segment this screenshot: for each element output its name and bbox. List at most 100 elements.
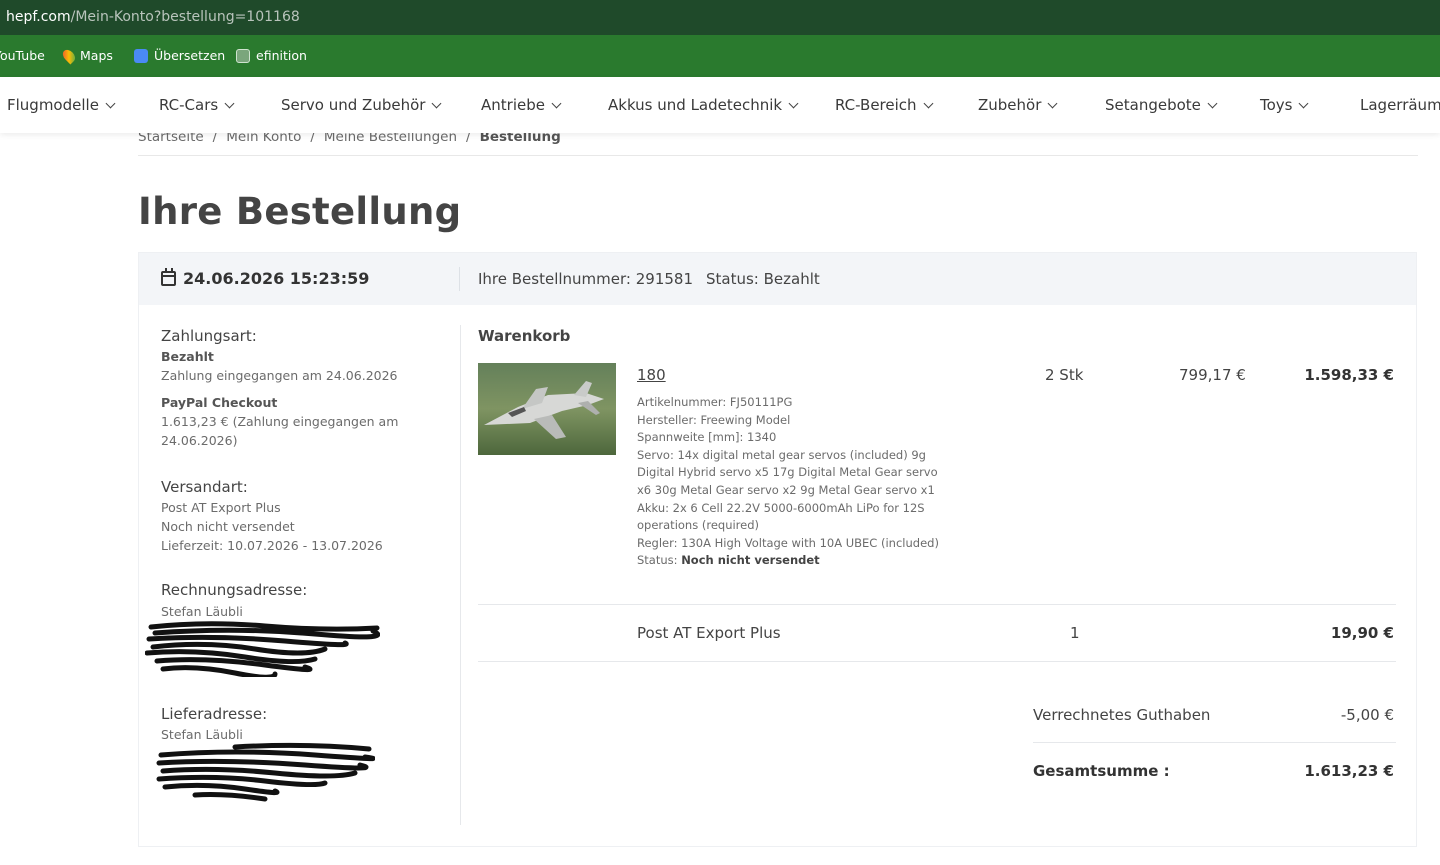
payment-amount-line1: 1.613,23 € (Zahlung eingegangen am — [161, 414, 399, 429]
nav-label: Lagerräumu — [1360, 96, 1440, 114]
bookmark-label: YouTube — [0, 48, 45, 63]
item-status-line: Status: Noch nicht versendet — [637, 552, 937, 570]
item-status-label: Status: — [637, 553, 678, 568]
detail-line: operations (required) — [637, 518, 760, 533]
browser-url-bar[interactable]: hepf.com/Mein-Konto?bestellung=101168 — [0, 0, 1440, 35]
detail-line: x6 30g Metal Gear servo x2 9g Metal Gear… — [637, 482, 935, 497]
nav-antriebe[interactable]: Antriebe — [481, 96, 562, 114]
main-navigation: Flugmodelle RC-Cars Servo und Zubehör An… — [0, 77, 1440, 133]
nav-label: Setangebote — [1105, 96, 1201, 114]
divider — [138, 155, 1418, 156]
product-total: 1.598,33 € — [1304, 366, 1394, 384]
bookmark-youtube[interactable]: YouTube — [0, 48, 45, 63]
bookmark-definition[interactable]: efinition — [236, 48, 307, 63]
chevron-down-icon — [788, 98, 799, 108]
nav-toys[interactable]: Toys — [1260, 96, 1309, 114]
translate-icon — [134, 48, 148, 63]
product-unit-price: 799,17 € — [1179, 366, 1246, 384]
payment-method: PayPal Checkout — [161, 395, 278, 410]
product-quantity: 2 Stk — [1045, 366, 1084, 384]
nav-rc-cars[interactable]: RC-Cars — [159, 96, 235, 114]
chevron-down-icon — [105, 98, 116, 108]
detail-line: Spannweite [mm]: 1340 — [637, 430, 777, 445]
detail-line: Hersteller: Freewing Model — [637, 412, 791, 427]
nav-flugmodelle[interactable]: Flugmodelle — [7, 96, 116, 114]
url-text[interactable]: hepf.com/Mein-Konto?bestellung=101168 — [6, 9, 300, 25]
nav-label: Flugmodelle — [7, 96, 99, 114]
chevron-down-icon — [224, 98, 235, 108]
order-header: 24.06.2026 15:23:59 Ihre Bestellnummer: … — [139, 253, 1416, 305]
nav-servo[interactable]: Servo und Zubehör — [281, 96, 442, 114]
chevron-down-icon — [1299, 98, 1309, 108]
payment-status: Bezahlt — [161, 349, 214, 364]
jet-icon — [478, 363, 616, 455]
page-title: Ihre Bestellung — [138, 190, 462, 233]
chevron-down-icon — [431, 98, 442, 108]
nav-label: Zubehör — [978, 96, 1042, 114]
chevron-down-icon — [1207, 98, 1218, 108]
bookmark-maps[interactable]: Maps — [60, 47, 113, 64]
shipping-row-name: Post AT Export Plus — [637, 624, 781, 642]
globe-icon — [236, 48, 250, 63]
nav-label: Antriebe — [481, 96, 545, 114]
chevron-down-icon — [551, 98, 562, 108]
nav-label: RC-Bereich — [835, 96, 917, 114]
nav-label: RC-Cars — [159, 96, 219, 114]
nav-zubehoer[interactable]: Zubehör — [978, 96, 1058, 114]
maps-icon — [60, 47, 78, 64]
payment-received: Zahlung eingegangen am 24.06.2026 — [161, 368, 398, 383]
shipping-method: Post AT Export Plus — [161, 500, 281, 515]
url-path: /Mein-Konto?bestellung=101168 — [70, 9, 300, 25]
credit-value: -5,00 € — [1340, 706, 1394, 724]
nav-label: Akkus und Ladetechnik — [608, 96, 783, 114]
divider — [478, 604, 1396, 605]
shipping-heading: Versandart: — [161, 478, 248, 496]
delivery-heading: Lieferadresse: — [161, 705, 268, 723]
detail-line: Regler: 130A High Voltage with 10A UBEC … — [637, 535, 939, 550]
chevron-down-icon — [1047, 98, 1058, 108]
order-number: Ihre Bestellnummer: 291581 — [478, 270, 693, 288]
order-status: Status: Bezahlt — [706, 270, 820, 288]
url-host: hepf.com — [6, 9, 71, 25]
nav-label: Servo und Zubehör — [281, 96, 426, 114]
bookmark-translate[interactable]: Übersetzen — [134, 48, 225, 63]
product-details: Artikelnummer: FJ50111PG Hersteller: Fre… — [637, 394, 939, 570]
grand-total-label: Gesamtsumme : — [1033, 762, 1170, 780]
grand-total-value: 1.613,23 € — [1304, 762, 1394, 780]
order-date: 24.06.2026 15:23:59 — [183, 269, 370, 288]
shipping-delivery-time: Lieferzeit: 10.07.2026 - 13.07.2026 — [161, 538, 383, 553]
calendar-icon — [161, 268, 176, 286]
bookmark-label: efinition — [256, 48, 307, 63]
detail-line: Artikelnummer: FJ50111PG — [637, 395, 793, 409]
divider — [478, 661, 1396, 662]
bookmark-label: Übersetzen — [154, 48, 226, 63]
product-image[interactable] — [478, 363, 616, 455]
redaction-scribble — [145, 621, 380, 677]
item-status-value: Noch nicht versendet — [681, 553, 820, 568]
nav-label: Toys — [1260, 96, 1293, 114]
billing-heading: Rechnungsadresse: — [161, 581, 308, 599]
redaction-scribble — [156, 742, 375, 802]
payment-heading: Zahlungsart: — [161, 327, 257, 345]
divider — [459, 267, 460, 291]
column-divider — [460, 325, 461, 825]
shipping-state: Noch nicht versendet — [161, 519, 295, 534]
detail-line: Akku: 2x 6 Cell 22.2V 5000-6000mAh LiPo … — [637, 500, 925, 515]
divider — [1033, 742, 1396, 743]
shipping-row-quantity: 1 — [1070, 624, 1080, 642]
shipping-row-total: 19,90 € — [1330, 624, 1394, 642]
cart-heading: Warenkorb — [478, 327, 571, 345]
bookmark-label: Maps — [80, 48, 113, 63]
credit-label: Verrechnetes Guthaben — [1033, 706, 1211, 724]
nav-setangebote[interactable]: Setangebote — [1105, 96, 1218, 114]
nav-akkus[interactable]: Akkus und Ladetechnik — [608, 96, 799, 114]
nav-rc-bereich[interactable]: RC-Bereich — [835, 96, 933, 114]
payment-amount-line2: 24.06.2026) — [161, 433, 238, 448]
detail-line: Servo: 14x digital metal gear servos (in… — [637, 447, 926, 462]
bookmarks-bar: YouTube Maps Übersetzen efinition — [0, 35, 1440, 77]
product-name-link[interactable]: 180 — [637, 366, 666, 384]
nav-lagerraeumung[interactable]: Lagerräumu — [1360, 96, 1440, 114]
detail-line: Digital Hybrid servo x5 17g Digital Meta… — [637, 465, 938, 480]
order-panel: 24.06.2026 15:23:59 Ihre Bestellnummer: … — [138, 252, 1417, 847]
chevron-down-icon — [923, 98, 933, 108]
